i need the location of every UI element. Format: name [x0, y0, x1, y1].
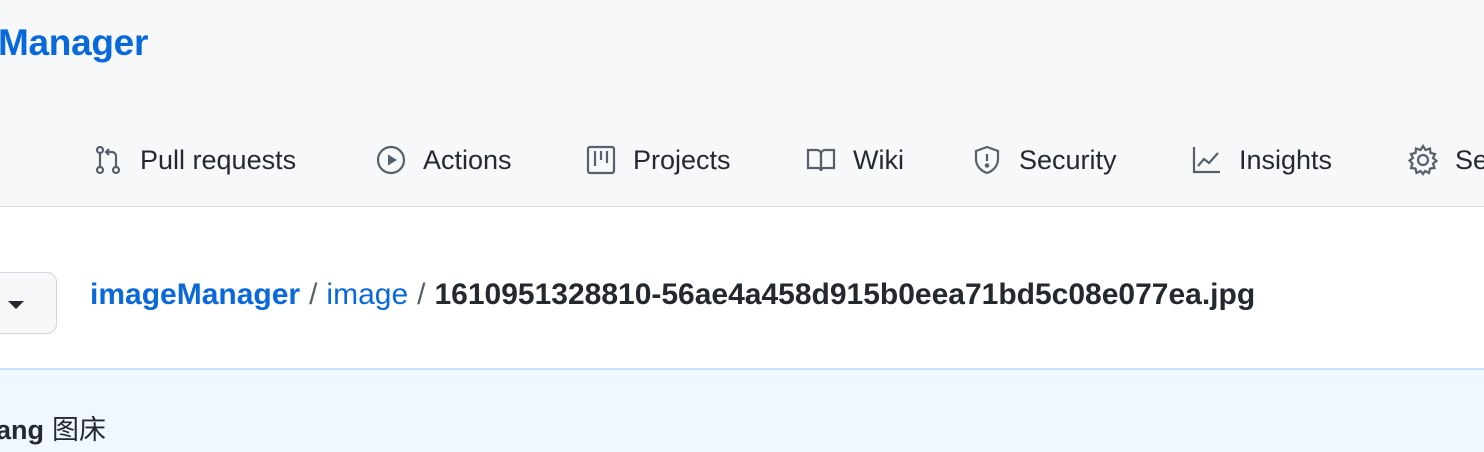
latest-commit-bar: ang 图床: [0, 368, 1484, 452]
tab-wiki[interactable]: Wiki: [805, 132, 904, 188]
breadcrumb: imageManager / image / 1610951328810-56a…: [90, 278, 1255, 312]
commit-author-link[interactable]: ang: [0, 415, 44, 445]
tab-wiki-label: Wiki: [853, 144, 904, 175]
branch-select-button[interactable]: [0, 272, 57, 334]
graph-icon: [1191, 144, 1223, 176]
tab-actions[interactable]: Actions: [375, 132, 512, 188]
tab-settings[interactable]: Se: [1407, 132, 1484, 188]
book-icon: [805, 144, 837, 176]
commit-summary: ang 图床: [0, 408, 106, 447]
caret-down-icon: [8, 301, 24, 309]
repo-nav-tabs: es Pull requests: [0, 132, 1484, 188]
repo-name-link[interactable]: Manager: [0, 22, 148, 64]
tab-pull-requests-label: Pull requests: [140, 144, 297, 175]
tab-insights[interactable]: Insights: [1191, 132, 1332, 188]
shield-icon: [971, 144, 1003, 176]
tab-security-label: Security: [1019, 144, 1117, 175]
commit-message[interactable]: 图床: [52, 415, 106, 445]
project-icon: [585, 144, 617, 176]
tab-projects-label: Projects: [633, 144, 731, 175]
tab-pull-requests[interactable]: Pull requests: [92, 132, 296, 188]
breadcrumb-separator: /: [309, 278, 318, 311]
tab-actions-label: Actions: [423, 144, 512, 175]
git-pull-request-icon: [92, 144, 124, 176]
tab-security[interactable]: Security: [971, 132, 1117, 188]
tab-insights-label: Insights: [1239, 144, 1333, 175]
breadcrumb-repo-link[interactable]: imageManager: [90, 278, 300, 312]
tab-settings-label: Se: [1455, 144, 1484, 175]
breadcrumb-file-name: 1610951328810-56ae4a458d915b0eea71bd5c08…: [434, 278, 1256, 311]
file-navigation: imageManager / image / 1610951328810-56a…: [0, 208, 1484, 368]
breadcrumb-folder-link[interactable]: image: [326, 278, 408, 312]
tab-projects[interactable]: Projects: [585, 132, 731, 188]
repo-header: Manager es Pull requests: [0, 0, 1484, 207]
play-icon: [375, 144, 407, 176]
breadcrumb-separator: /: [417, 278, 426, 311]
gear-icon: [1407, 144, 1439, 176]
